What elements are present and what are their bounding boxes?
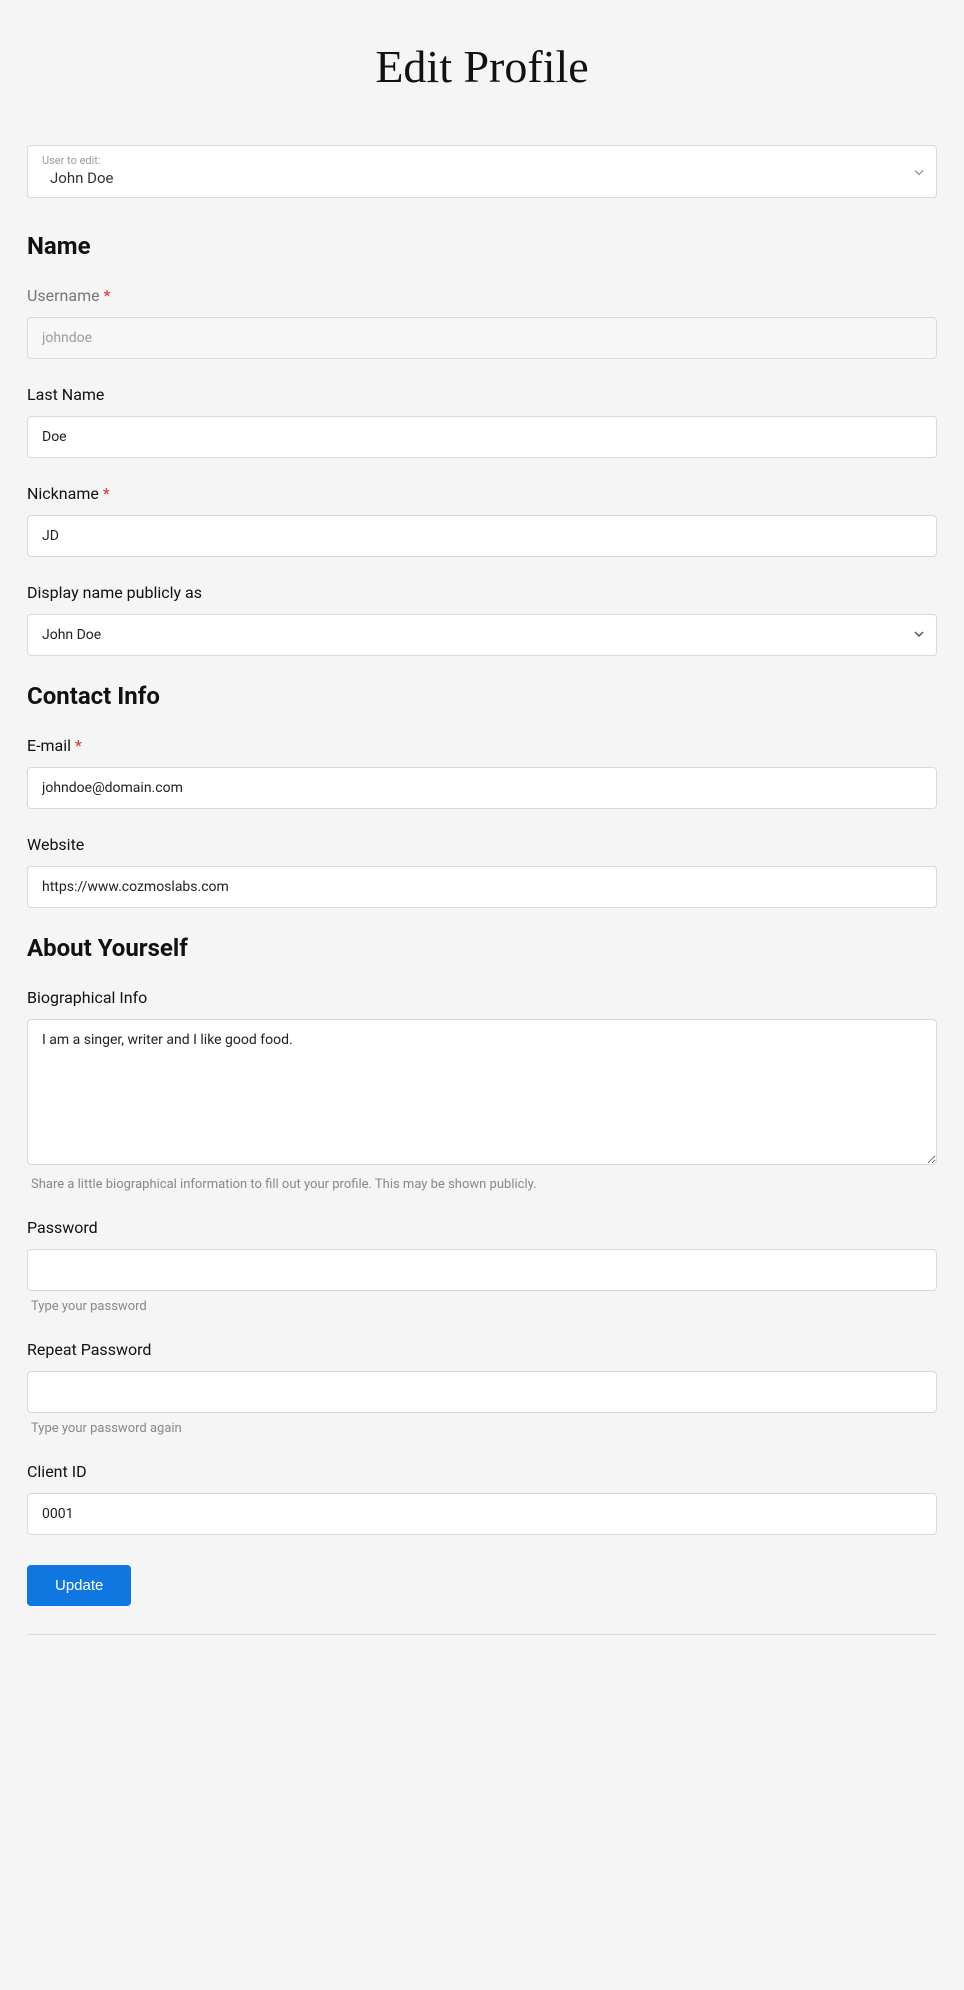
update-button[interactable]: Update	[27, 1565, 131, 1606]
nickname-label-text: Nickname	[27, 484, 99, 503]
field-nickname: Nickname *	[27, 484, 937, 557]
caret-down-icon	[914, 162, 924, 181]
password-label: Password	[27, 1218, 937, 1237]
email-label-text: E-mail	[27, 736, 71, 755]
display-name-value: John Doe	[42, 627, 101, 643]
last-name-input[interactable]	[27, 416, 937, 458]
bio-textarea[interactable]	[27, 1019, 937, 1165]
repeat-password-help: Type your password again	[27, 1421, 937, 1436]
username-label: Username *	[27, 286, 937, 305]
website-label: Website	[27, 835, 937, 854]
section-heading-contact: Contact Info	[27, 682, 937, 710]
field-last-name: Last Name	[27, 385, 937, 458]
password-help: Type your password	[27, 1299, 937, 1314]
required-marker: *	[75, 736, 82, 755]
website-input[interactable]	[27, 866, 937, 908]
nickname-label: Nickname *	[27, 484, 937, 503]
client-id-label: Client ID	[27, 1462, 937, 1481]
chevron-down-icon	[914, 627, 924, 643]
section-heading-name: Name	[27, 232, 937, 260]
required-marker: *	[104, 286, 111, 305]
field-bio: Biographical Info Share a little biograp…	[27, 988, 937, 1192]
field-email: E-mail *	[27, 736, 937, 809]
repeat-password-label: Repeat Password	[27, 1340, 937, 1359]
username-input	[27, 317, 937, 359]
username-label-text: Username	[27, 286, 100, 305]
page-title: Edit Profile	[27, 40, 937, 93]
client-id-input[interactable]	[27, 1493, 937, 1535]
password-input[interactable]	[27, 1249, 937, 1291]
display-name-label: Display name publicly as	[27, 583, 937, 602]
user-select-label: User to edit:	[42, 154, 922, 167]
user-select-value: John Doe	[42, 167, 922, 187]
field-display-name: Display name publicly as John Doe	[27, 583, 937, 656]
email-input[interactable]	[27, 767, 937, 809]
divider	[27, 1634, 937, 1635]
bio-help: Share a little biographical information …	[27, 1177, 937, 1192]
section-heading-about: About Yourself	[27, 934, 937, 962]
field-repeat-password: Repeat Password Type your password again	[27, 1340, 937, 1436]
field-website: Website	[27, 835, 937, 908]
field-client-id: Client ID	[27, 1462, 937, 1535]
nickname-input[interactable]	[27, 515, 937, 557]
field-username: Username *	[27, 286, 937, 359]
last-name-label: Last Name	[27, 385, 937, 404]
bio-label: Biographical Info	[27, 988, 937, 1007]
field-password: Password Type your password	[27, 1218, 937, 1314]
required-marker: *	[103, 484, 110, 503]
user-select[interactable]: User to edit: John Doe	[27, 145, 937, 198]
repeat-password-input[interactable]	[27, 1371, 937, 1413]
display-name-select[interactable]: John Doe	[27, 614, 937, 656]
email-label: E-mail *	[27, 736, 937, 755]
